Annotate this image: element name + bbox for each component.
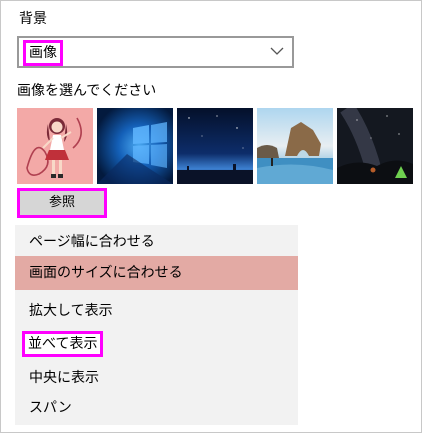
menu-item-fit-screen[interactable]: 画面のサイズに合わせる [15,256,298,290]
menu-item-label: 並べて表示 [22,331,104,357]
menu-item-label: 画面のサイズに合わせる [29,265,183,281]
anime-girl-thumbnail[interactable] [17,108,93,184]
menu-item-label: ページ幅に合わせる [29,234,155,250]
browse-button[interactable]: 参照 [17,188,107,218]
menu-item-label: 拡大して表示 [29,303,113,319]
background-dropdown[interactable]: 画像 [17,36,294,68]
beach-rock-arch-thumbnail[interactable] [257,108,333,184]
background-dropdown-value: 画像 [23,40,63,66]
menu-item-stretch[interactable]: 拡大して表示 [15,294,298,328]
choose-picture-label: 画像を選んでください [17,83,157,99]
night-sky-horizon-thumbnail[interactable] [177,108,253,184]
fit-dropdown-menu: ページ幅に合わせる 画面のサイズに合わせる 拡大して表示 並べて表示 中央に表示… [15,225,298,425]
menu-item-label: 中央に表示 [29,370,99,386]
windows-hero-thumbnail[interactable] [97,108,173,184]
settings-panel: 背景 画像 画像を選んでください 参照 ページ幅に合わせる 画面のサイズに合わせ… [0,0,422,433]
menu-item-span[interactable]: スパン [15,391,298,425]
background-label: 背景 [19,11,47,27]
menu-item-center[interactable]: 中央に表示 [15,361,298,395]
chevron-down-icon [270,47,284,55]
menu-item-tile[interactable]: 並べて表示 [15,327,298,361]
picture-thumbnails [17,108,413,184]
menu-item-fill-width[interactable]: ページ幅に合わせる [15,225,298,259]
milky-way-tent-thumbnail[interactable] [337,108,413,184]
menu-item-label: スパン [29,400,72,416]
